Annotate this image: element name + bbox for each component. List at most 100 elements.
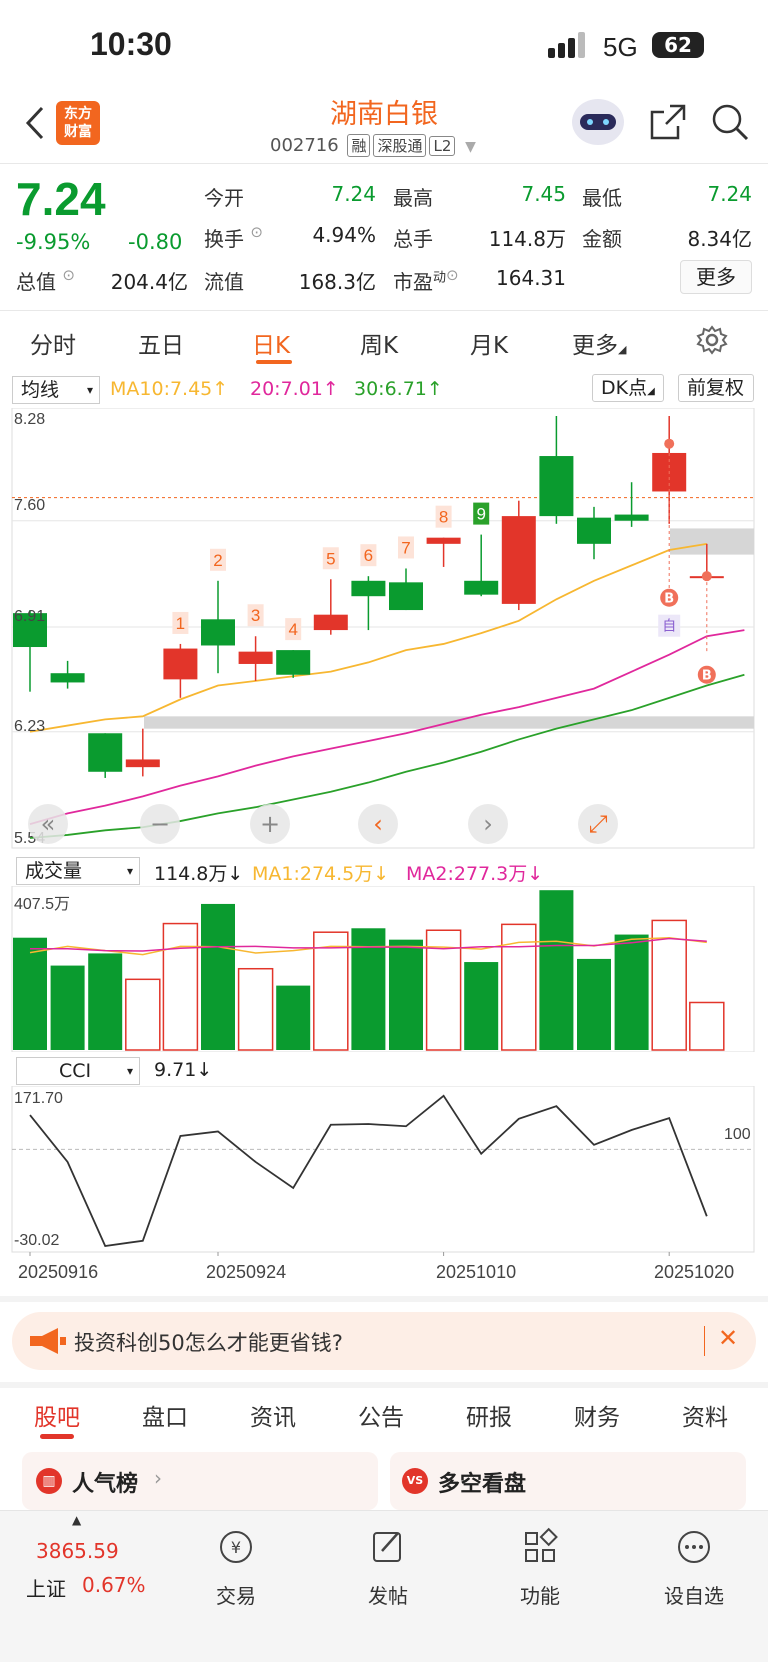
share-icon[interactable]: [648, 102, 688, 142]
dk-label: DK点: [601, 377, 648, 399]
candle-body: [276, 650, 311, 675]
info-icon: ⊙: [62, 266, 75, 284]
volume-bar: [276, 985, 311, 1050]
zoom-out-button[interactable]: −: [140, 804, 180, 844]
scroll-right-button[interactable]: ›: [468, 804, 508, 844]
volume-bar: [464, 962, 499, 1050]
tab-monthly-k[interactable]: 月K: [470, 326, 508, 360]
tab-daily-k[interactable]: 日K: [252, 326, 290, 360]
volume-bar: [689, 1001, 725, 1051]
mktcap-label[interactable]: 总值 ⊙: [16, 266, 75, 295]
count-marker-text: 8: [439, 508, 448, 527]
tab-more[interactable]: 更多◢: [572, 326, 626, 360]
volume-chart[interactable]: [0, 886, 768, 1052]
candle-body: [426, 537, 461, 544]
count-marker-text: 2: [213, 551, 222, 570]
arrow-down-icon: ↓: [227, 863, 244, 885]
mktcap-value: 204.4亿: [110, 270, 188, 294]
change-amount: -0.80: [128, 230, 183, 254]
cci-select-label: CCI: [59, 1060, 92, 1082]
tab-intraday[interactable]: 分时: [30, 326, 76, 360]
minus-icon: −: [149, 810, 171, 838]
functions-button[interactable]: 功能: [504, 1527, 576, 1609]
tab-active-indicator: [40, 1434, 74, 1439]
turnover-label[interactable]: 换手 ⊙: [204, 223, 263, 252]
volume-bar: [201, 903, 235, 1050]
count-marker-text: 1: [176, 614, 185, 633]
tab-guba[interactable]: 股吧: [34, 1398, 80, 1432]
post-button[interactable]: 发帖: [352, 1527, 424, 1609]
tab-weekly-k[interactable]: 周K: [360, 326, 398, 360]
candle-body: [50, 673, 85, 683]
candle-body: [501, 516, 536, 604]
date-label: 20251020: [654, 1262, 735, 1282]
bull-bear-card[interactable]: VS 多空看盘: [390, 1452, 746, 1510]
count-marker-text: 7: [401, 538, 410, 557]
volume-indicator-select[interactable]: 成交量 ▾: [16, 857, 140, 885]
tab-announcements[interactable]: 公告: [358, 1398, 404, 1432]
count-marker-text: 9: [476, 505, 485, 524]
fullscreen-button[interactable]: ⤢: [578, 804, 618, 844]
settings-gear-icon[interactable]: [696, 324, 728, 356]
arrow-down-icon: ↓: [527, 863, 544, 885]
volume-value: 114.8万: [488, 227, 566, 251]
yen-cycle-icon: ¥: [220, 1531, 252, 1563]
turnover-value: 4.94%: [312, 223, 376, 247]
arrow-up-icon: ↑: [426, 378, 443, 400]
arrow-up-icon: ↑: [322, 378, 339, 400]
more-quote-button[interactable]: 更多: [680, 260, 752, 294]
cci-chart[interactable]: [0, 1086, 768, 1256]
divider: [0, 310, 768, 311]
volume-bar: [313, 931, 349, 1051]
cci-indicator-select[interactable]: CCI ▾: [16, 1057, 140, 1085]
kline-chart[interactable]: 12345 6 78 9B自B: [0, 408, 768, 856]
volume-label: 总手: [393, 227, 433, 251]
divider: [0, 1296, 768, 1302]
index-value[interactable]: 3865.59: [36, 1539, 119, 1563]
volume-bar: [577, 958, 611, 1050]
date-label: 20251010: [436, 1262, 517, 1282]
info-icon: ⊙: [250, 223, 263, 241]
volume-bar: [501, 923, 537, 1051]
adjust-button[interactable]: 前复权: [678, 374, 754, 402]
candle-body: [577, 517, 611, 544]
robot-assistant-icon[interactable]: [570, 96, 626, 146]
scroll-left-fast-button[interactable]: «: [28, 804, 68, 844]
ma-select[interactable]: 均线 ▾: [12, 376, 100, 404]
popularity-card[interactable]: ▥ 人气榜 ›: [22, 1452, 378, 1510]
promo-banner[interactable]: 投资科创50怎么才能更省钱? ✕: [12, 1312, 756, 1370]
pe-value: 164.31: [496, 266, 566, 290]
tab-finance[interactable]: 财务: [574, 1398, 620, 1432]
trade-button[interactable]: ¥ 交易: [200, 1527, 272, 1609]
candle-body: [88, 733, 123, 772]
count-marker: 9: [473, 502, 490, 525]
stock-code-row[interactable]: 002716 融深股通 L2 ▼: [270, 134, 476, 157]
volume-bar: [125, 978, 161, 1051]
add-watchlist-label: 设自选: [664, 1584, 724, 1608]
corner-arrow-icon: ◢: [618, 343, 627, 356]
chevron-right-icon: ›: [483, 810, 493, 838]
float-value: 168.3亿: [298, 270, 376, 294]
tag-l2: L2: [429, 136, 456, 156]
banner-text: 投资科创50怎么才能更省钱?: [74, 1331, 343, 1355]
candle-body: [125, 759, 160, 768]
candle-body: [238, 651, 273, 664]
caret-up-icon: ▲: [72, 1513, 82, 1527]
search-icon[interactable]: [710, 102, 750, 142]
pe-label[interactable]: 市盈动⊙: [393, 266, 459, 295]
dk-point-button[interactable]: DK点◢: [592, 374, 664, 402]
tab-five-day[interactable]: 五日: [138, 326, 184, 360]
tab-news[interactable]: 资讯: [250, 1398, 296, 1432]
cci-current: 9.71↓: [154, 1059, 212, 1081]
close-icon[interactable]: ✕: [718, 1324, 738, 1352]
count-marker: 5: [322, 547, 339, 570]
tab-research[interactable]: 研报: [466, 1398, 512, 1432]
arrow-down-icon: ↓: [196, 1059, 213, 1081]
tab-profile[interactable]: 资料: [682, 1398, 728, 1432]
index-name: 上证: [26, 1577, 66, 1601]
scroll-left-button[interactable]: ‹: [358, 804, 398, 844]
zoom-in-button[interactable]: +: [250, 804, 290, 844]
tab-pankou[interactable]: 盘口: [142, 1398, 188, 1432]
status-bar: 10:30 5G 62: [0, 0, 768, 90]
add-watchlist-button[interactable]: 设自选: [652, 1527, 736, 1609]
